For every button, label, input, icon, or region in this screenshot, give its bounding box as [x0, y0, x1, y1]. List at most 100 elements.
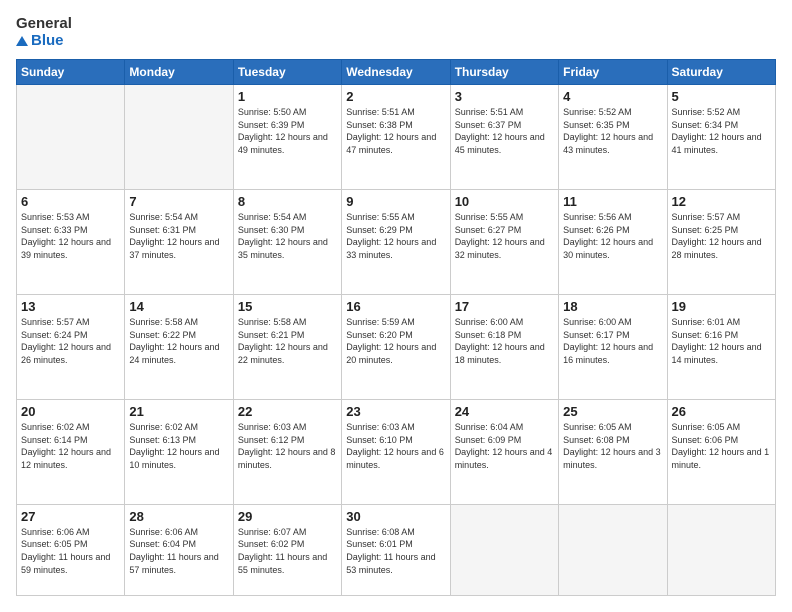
day-info: Sunrise: 5:51 AMSunset: 6:37 PMDaylight:… — [455, 106, 554, 156]
day-cell-9: 9 Sunrise: 5:55 AMSunset: 6:29 PMDaylight… — [342, 189, 450, 294]
day-number: 11 — [563, 194, 662, 209]
day-cell-19: 19 Sunrise: 6:01 AMSunset: 6:16 PMDayligh… — [667, 294, 775, 399]
weekday-header-thursday: Thursday — [450, 60, 558, 85]
day-info: Sunrise: 5:54 AMSunset: 6:30 PMDaylight:… — [238, 211, 337, 261]
day-info: Sunrise: 5:51 AMSunset: 6:38 PMDaylight:… — [346, 106, 445, 156]
day-info: Sunrise: 6:03 AMSunset: 6:12 PMDaylight:… — [238, 421, 337, 471]
week-row-1: 1 Sunrise: 5:50 AMSunset: 6:39 PMDaylight… — [17, 85, 776, 190]
day-number: 7 — [129, 194, 228, 209]
calendar-table: SundayMondayTuesdayWednesdayThursdayFrid… — [16, 59, 776, 596]
logo-triangle-icon — [16, 36, 28, 46]
day-cell-20: 20 Sunrise: 6:02 AMSunset: 6:14 PMDayligh… — [17, 399, 125, 504]
day-cell-8: 8 Sunrise: 5:54 AMSunset: 6:30 PMDaylight… — [233, 189, 341, 294]
day-number: 22 — [238, 404, 337, 419]
day-info: Sunrise: 5:53 AMSunset: 6:33 PMDaylight:… — [21, 211, 120, 261]
week-row-3: 13 Sunrise: 5:57 AMSunset: 6:24 PMDayligh… — [17, 294, 776, 399]
day-cell-2: 2 Sunrise: 5:51 AMSunset: 6:38 PMDaylight… — [342, 85, 450, 190]
day-info: Sunrise: 5:52 AMSunset: 6:34 PMDaylight:… — [672, 106, 771, 156]
day-info: Sunrise: 6:05 AMSunset: 6:08 PMDaylight:… — [563, 421, 662, 471]
empty-cell — [450, 504, 558, 595]
day-number: 5 — [672, 89, 771, 104]
day-cell-6: 6 Sunrise: 5:53 AMSunset: 6:33 PMDaylight… — [17, 189, 125, 294]
day-info: Sunrise: 6:00 AMSunset: 6:18 PMDaylight:… — [455, 316, 554, 366]
day-info: Sunrise: 5:57 AMSunset: 6:24 PMDaylight:… — [21, 316, 120, 366]
day-number: 25 — [563, 404, 662, 419]
day-cell-23: 23 Sunrise: 6:03 AMSunset: 6:10 PMDayligh… — [342, 399, 450, 504]
day-info: Sunrise: 6:06 AMSunset: 6:04 PMDaylight:… — [129, 526, 228, 576]
empty-cell — [559, 504, 667, 595]
day-number: 24 — [455, 404, 554, 419]
day-cell-12: 12 Sunrise: 5:57 AMSunset: 6:25 PMDayligh… — [667, 189, 775, 294]
day-number: 14 — [129, 299, 228, 314]
day-number: 17 — [455, 299, 554, 314]
day-number: 18 — [563, 299, 662, 314]
day-info: Sunrise: 5:55 AMSunset: 6:29 PMDaylight:… — [346, 211, 445, 261]
day-cell-4: 4Sunrise: 5:52 AMSunset: 6:35 PMDaylight… — [559, 85, 667, 190]
day-number: 3 — [455, 89, 554, 104]
day-info: Sunrise: 6:02 AMSunset: 6:14 PMDaylight:… — [21, 421, 120, 471]
week-row-2: 6 Sunrise: 5:53 AMSunset: 6:33 PMDaylight… — [17, 189, 776, 294]
day-number: 19 — [672, 299, 771, 314]
day-cell-11: 11 Sunrise: 5:56 AMSunset: 6:26 PMDayligh… — [559, 189, 667, 294]
day-info: Sunrise: 6:06 AMSunset: 6:05 PMDaylight:… — [21, 526, 120, 576]
weekday-header-monday: Monday — [125, 60, 233, 85]
day-info: Sunrise: 5:59 AMSunset: 6:20 PMDaylight:… — [346, 316, 445, 366]
day-number: 15 — [238, 299, 337, 314]
week-row-5: 27Sunrise: 6:06 AMSunset: 6:05 PMDayligh… — [17, 504, 776, 595]
day-number: 9 — [346, 194, 445, 209]
page-container: General Blue SundayMondayTuesdayWednesda… — [0, 0, 792, 612]
day-info: Sunrise: 5:55 AMSunset: 6:27 PMDaylight:… — [455, 211, 554, 261]
day-info: Sunrise: 6:07 AMSunset: 6:02 PMDaylight:… — [238, 526, 337, 576]
day-cell-3: 3 Sunrise: 5:51 AMSunset: 6:37 PMDaylight… — [450, 85, 558, 190]
day-cell-24: 24Sunrise: 6:04 AMSunset: 6:09 PMDayligh… — [450, 399, 558, 504]
day-number: 13 — [21, 299, 120, 314]
header: General Blue — [16, 16, 776, 49]
day-number: 10 — [455, 194, 554, 209]
day-info: Sunrise: 6:05 AMSunset: 6:06 PMDaylight:… — [672, 421, 771, 471]
day-number: 6 — [21, 194, 120, 209]
day-info: Sunrise: 5:56 AMSunset: 6:26 PMDaylight:… — [563, 211, 662, 261]
day-info: Sunrise: 5:54 AMSunset: 6:31 PMDaylight:… — [129, 211, 228, 261]
day-info: Sunrise: 5:57 AMSunset: 6:25 PMDaylight:… — [672, 211, 771, 261]
weekday-header-tuesday: Tuesday — [233, 60, 341, 85]
day-info: Sunrise: 5:52 AMSunset: 6:35 PMDaylight:… — [563, 106, 662, 156]
day-cell-15: 15 Sunrise: 5:58 AMSunset: 6:21 PMDayligh… — [233, 294, 341, 399]
day-number: 1 — [238, 89, 337, 104]
logo: General Blue — [16, 16, 96, 49]
weekday-header-saturday: Saturday — [667, 60, 775, 85]
week-row-4: 20 Sunrise: 6:02 AMSunset: 6:14 PMDayligh… — [17, 399, 776, 504]
weekday-header-wednesday: Wednesday — [342, 60, 450, 85]
day-number: 21 — [129, 404, 228, 419]
day-info: Sunrise: 5:58 AMSunset: 6:22 PMDaylight:… — [129, 316, 228, 366]
day-cell-25: 25 Sunrise: 6:05 AMSunset: 6:08 PMDayligh… — [559, 399, 667, 504]
day-number: 30 — [346, 509, 445, 524]
day-info: Sunrise: 5:50 AMSunset: 6:39 PMDaylight:… — [238, 106, 337, 156]
day-info: Sunrise: 6:01 AMSunset: 6:16 PMDaylight:… — [672, 316, 771, 366]
empty-cell — [667, 504, 775, 595]
logo-general: General — [16, 16, 72, 33]
logo-blue: Blue — [16, 33, 72, 50]
day-number: 2 — [346, 89, 445, 104]
day-info: Sunrise: 6:08 AMSunset: 6:01 PMDaylight:… — [346, 526, 445, 576]
empty-cell — [125, 85, 233, 190]
day-cell-16: 16 Sunrise: 5:59 AMSunset: 6:20 PMDayligh… — [342, 294, 450, 399]
day-cell-27: 27Sunrise: 6:06 AMSunset: 6:05 PMDayligh… — [17, 504, 125, 595]
day-info: Sunrise: 6:00 AMSunset: 6:17 PMDaylight:… — [563, 316, 662, 366]
weekday-header-sunday: Sunday — [17, 60, 125, 85]
day-cell-7: 7 Sunrise: 5:54 AMSunset: 6:31 PMDaylight… — [125, 189, 233, 294]
day-cell-14: 14 Sunrise: 5:58 AMSunset: 6:22 PMDayligh… — [125, 294, 233, 399]
day-number: 8 — [238, 194, 337, 209]
day-number: 12 — [672, 194, 771, 209]
day-info: Sunrise: 6:03 AMSunset: 6:10 PMDaylight:… — [346, 421, 445, 471]
day-cell-30: 30 Sunrise: 6:08 AMSunset: 6:01 PMDayligh… — [342, 504, 450, 595]
day-cell-5: 5 Sunrise: 5:52 AMSunset: 6:34 PMDaylight… — [667, 85, 775, 190]
day-number: 28 — [129, 509, 228, 524]
logo-text: General Blue — [16, 16, 72, 49]
empty-cell — [17, 85, 125, 190]
day-number: 20 — [21, 404, 120, 419]
day-cell-1: 1 Sunrise: 5:50 AMSunset: 6:39 PMDaylight… — [233, 85, 341, 190]
day-number: 16 — [346, 299, 445, 314]
day-number: 23 — [346, 404, 445, 419]
day-info: Sunrise: 5:58 AMSunset: 6:21 PMDaylight:… — [238, 316, 337, 366]
day-info: Sunrise: 6:02 AMSunset: 6:13 PMDaylight:… — [129, 421, 228, 471]
